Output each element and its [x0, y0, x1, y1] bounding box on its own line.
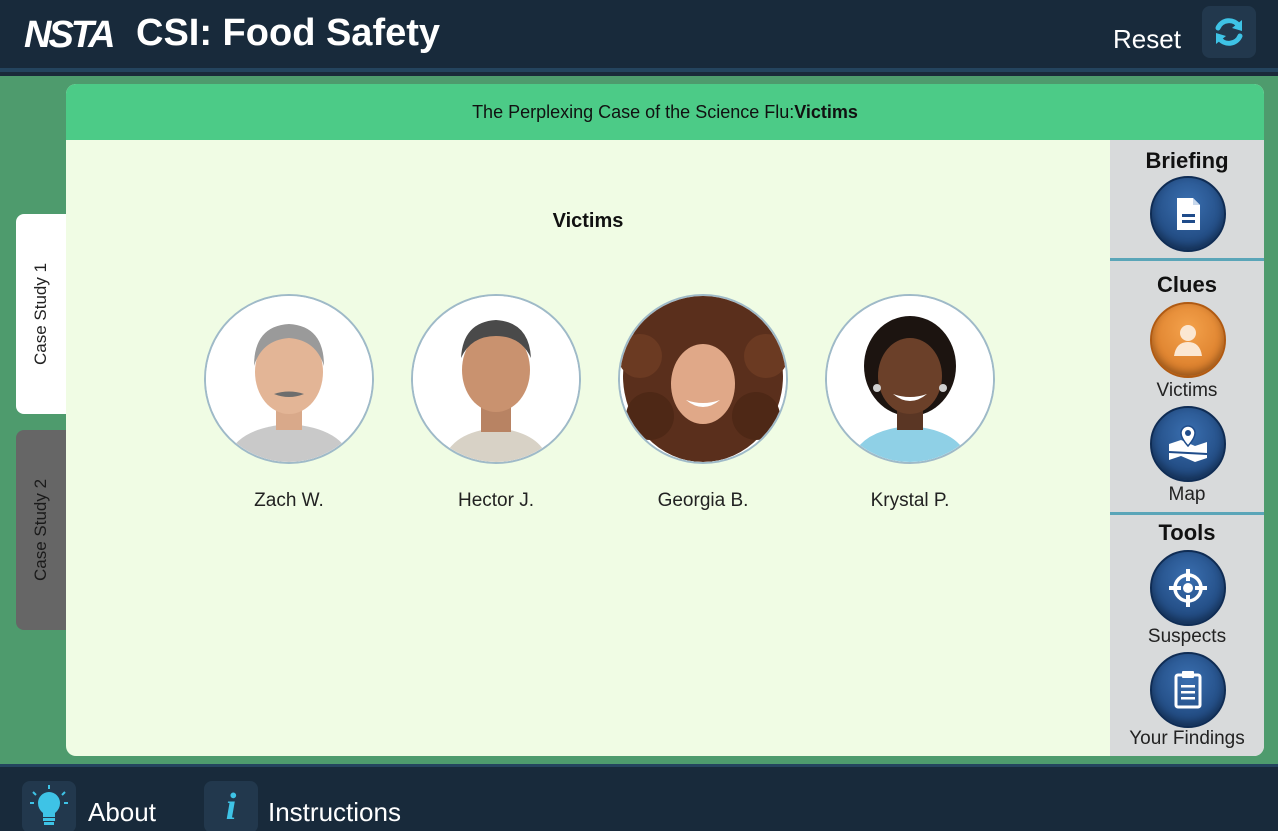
reset-label[interactable]: Reset [1113, 24, 1181, 55]
info-icon: i [225, 786, 237, 828]
instructions-button[interactable]: i [204, 781, 258, 831]
victim-photo [825, 294, 995, 464]
victim-photo [204, 294, 374, 464]
about-label[interactable]: About [88, 797, 156, 828]
sidebar-divider [1110, 512, 1264, 515]
tab-case-study-1[interactable]: Case Study 1 [16, 214, 66, 414]
app-title: CSI: Food Safety [136, 12, 441, 54]
your-findings-button[interactable] [1150, 652, 1226, 728]
victim-name: Krystal P. [870, 490, 950, 511]
victim-card-hector[interactable]: Hector J. [411, 294, 581, 512]
person-icon [1174, 325, 1202, 356]
bottom-bar: About i Instructions [0, 764, 1278, 831]
victims-button[interactable] [1150, 302, 1226, 378]
case-panel: The Perplexing Case of the Science Flu: V… [66, 84, 1264, 756]
victim-card-georgia[interactable]: Georgia B. [618, 294, 788, 512]
stage: Case Study 1 Case Study 2 The Perplexing… [0, 76, 1278, 764]
crosshair-icon [1169, 569, 1207, 607]
tools-heading: Tools [1158, 520, 1216, 545]
victim-card-zach[interactable]: Zach W. [204, 294, 374, 512]
nsta-logo: NSTA [24, 14, 116, 56]
clues-heading: Clues [1157, 272, 1217, 297]
briefing-button[interactable] [1150, 176, 1226, 252]
victim-name: Zach W. [254, 490, 324, 511]
tab-label: Case Study 1 [31, 262, 50, 366]
clipboard-icon [1174, 671, 1202, 709]
panel-header: The Perplexing Case of the Science Flu: V… [66, 84, 1264, 140]
victim-name: Hector J. [457, 490, 535, 511]
instructions-label[interactable]: Instructions [268, 797, 401, 828]
map-pin-icon [1168, 425, 1208, 462]
tool-sidebar: Briefing Clues Victims Map Tools Suspect… [1110, 140, 1264, 756]
lightbulb-icon [30, 785, 68, 825]
victim-name: Georgia B. [657, 490, 749, 511]
document-icon [1177, 198, 1200, 230]
top-bar: NSTA CSI: Food Safety Reset [0, 0, 1278, 72]
tab-case-study-2[interactable]: Case Study 2 [16, 430, 66, 630]
reset-button[interactable] [1202, 6, 1256, 58]
victims-content: Victims Zach W. Hector J. Georgia B. Kry… [66, 140, 1110, 756]
suspects-label[interactable]: Suspects [1110, 626, 1264, 648]
briefing-heading: Briefing [1145, 148, 1229, 173]
victims-label[interactable]: Victims [1110, 380, 1264, 402]
panel-title-prefix: The Perplexing Case of the Science Flu: [472, 101, 795, 122]
panel-title-section: Victims [794, 101, 858, 122]
victim-card-krystal[interactable]: Krystal P. [825, 294, 995, 512]
tab-label: Case Study 2 [31, 478, 50, 582]
victim-photo [411, 294, 581, 464]
victim-photo [618, 294, 788, 464]
sidebar-divider [1110, 258, 1264, 261]
suspects-button[interactable] [1150, 550, 1226, 626]
your-findings-label[interactable]: Your Findings [1110, 728, 1264, 750]
about-button[interactable] [22, 781, 76, 831]
section-title: Victims [552, 210, 624, 232]
map-button[interactable] [1150, 406, 1226, 482]
refresh-icon [1215, 18, 1243, 46]
map-label[interactable]: Map [1110, 484, 1264, 506]
